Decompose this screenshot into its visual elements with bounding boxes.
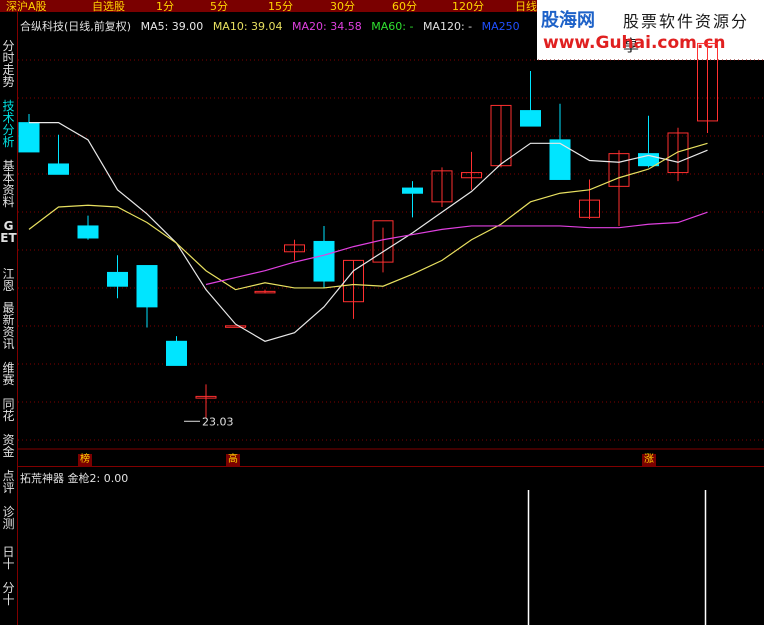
top-tab-2[interactable]: 1分 [156, 0, 174, 12]
sidebar-item-1[interactable]: 技术分析 [0, 100, 17, 148]
candle-body [549, 139, 571, 180]
sidebar-item-9[interactable]: 点评 [0, 470, 17, 494]
top-tab-8[interactable]: 日线 [515, 0, 537, 12]
top-tab-0[interactable]: 深沪A股 [6, 0, 47, 12]
top-tab-6[interactable]: 60分 [392, 0, 417, 12]
ma10-line [28, 142, 708, 291]
sidebar: 分时走势技术分析基本资料 GET 江恩最新资讯维赛同花资金点评诊测日十分十 [0, 12, 18, 625]
candle-body [166, 340, 187, 366]
candle-body [18, 122, 40, 153]
candle-body [136, 265, 158, 308]
sidebar-item-0[interactable]: 分时走势 [0, 40, 17, 88]
sub-indicator-chart[interactable] [18, 466, 764, 625]
badge-mid: 高 [226, 454, 240, 466]
sub-indicator-info: 拓荒神器 金枪2: 0.00 [20, 470, 128, 486]
sidebar-item-3[interactable]: GET [0, 220, 17, 244]
sidebar-item-10[interactable]: 诊测 [0, 506, 17, 530]
top-tab-7[interactable]: 120分 [452, 0, 484, 12]
candlestick-chart[interactable]: 23.03 [18, 30, 764, 450]
candle-body [402, 187, 423, 194]
candle-body [107, 271, 128, 287]
sidebar-item-12[interactable]: 分十 [0, 582, 17, 606]
candle-body [225, 325, 246, 328]
candle-body [520, 110, 541, 127]
top-tab-5[interactable]: 30分 [330, 0, 355, 12]
badge-right: 涨 [642, 454, 656, 466]
candle-body [48, 163, 69, 175]
sidebar-item-2[interactable]: 基本资料 [0, 160, 17, 208]
logo-brand: 股海网 [541, 10, 595, 31]
sidebar-item-5[interactable]: 最新资讯 [0, 302, 17, 350]
candle-body [77, 225, 99, 239]
low-price-label: 23.03 [202, 415, 234, 428]
sidebar-item-8[interactable]: 资金 [0, 434, 17, 458]
top-tab-1[interactable]: 自选股 [92, 0, 125, 12]
ma20-line [205, 211, 708, 286]
top-tab-4[interactable]: 15分 [268, 0, 293, 12]
sub-indicator-name: 拓荒神器 [20, 472, 64, 485]
sidebar-item-11[interactable]: 日十 [0, 546, 17, 570]
top-tab-3[interactable]: 5分 [210, 0, 228, 12]
sidebar-item-4[interactable]: 江恩 [0, 268, 17, 292]
sidebar-item-7[interactable]: 同花 [0, 398, 17, 422]
sub-indicator-value: 金枪2: 0.00 [67, 472, 129, 485]
sidebar-item-6[interactable]: 维赛 [0, 362, 17, 386]
candle-body [313, 240, 335, 282]
badge-left: 榜 [78, 454, 92, 466]
ma5-line [29, 122, 708, 342]
